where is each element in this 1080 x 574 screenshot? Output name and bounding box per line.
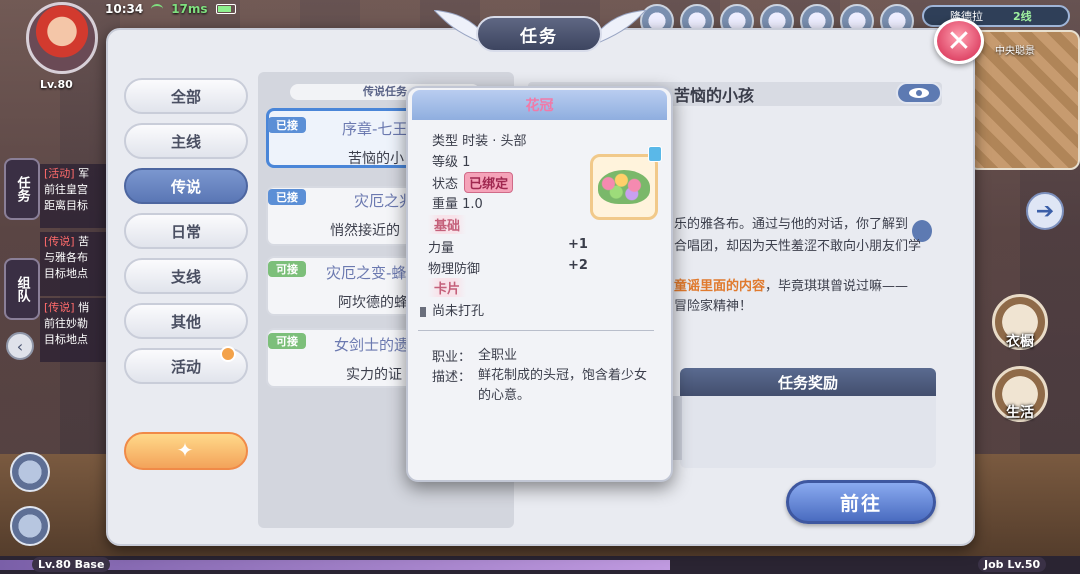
- item-type-value: 时装 · 头部: [462, 134, 527, 149]
- wardrobe-label: 衣橱: [1006, 334, 1034, 350]
- skill-icon[interactable]: [10, 506, 50, 546]
- quest-subtitle: 实力的证: [346, 367, 402, 383]
- track-eye-button[interactable]: [896, 82, 942, 104]
- status-badge: 已绑定: [464, 172, 514, 193]
- description-value: 鲜花制成的头冠，饱含着少女的心意。: [478, 368, 648, 403]
- base-level-label: Lv.80 Base: [32, 557, 111, 572]
- quest-subtitle: 悄然接近的: [330, 223, 400, 239]
- quest-subtitle: 苦恼的小: [348, 151, 404, 167]
- card-slot-status: 尚未打孔: [420, 300, 484, 319]
- player-level: Lv.80: [40, 78, 73, 91]
- player-avatar[interactable]: [26, 2, 98, 74]
- job-level-label: Job Lv.50: [978, 557, 1047, 572]
- description-label: 描述：: [432, 370, 472, 385]
- detail-highlight: 童谣里面的内容: [674, 279, 766, 294]
- device-status-bar: 10:34 17ms: [105, 0, 236, 18]
- reward-header: 任务奖励: [680, 368, 936, 396]
- wifi-icon: [151, 4, 164, 14]
- category-legend[interactable]: 传说: [124, 168, 248, 204]
- detail-text-line: 冒险家精神！: [674, 299, 753, 314]
- base-stats-section-label: 基础: [428, 215, 467, 234]
- tracked-quest-1[interactable]: [活动] 军 前往皇宫 距离目标: [40, 164, 106, 228]
- item-image: [590, 154, 658, 220]
- quest-title: 灾厄之变-蜂: [326, 264, 407, 282]
- item-level-row: 等级 1: [432, 151, 470, 170]
- tracked-quest-2[interactable]: [传说] 苦 与雅各布 目标地点: [40, 232, 106, 296]
- team-side-tab[interactable]: 组队: [4, 258, 40, 320]
- clock-icon: [220, 346, 236, 362]
- minimap-label: 中央聪景: [995, 46, 1035, 57]
- item-status-row: 状态 已绑定: [432, 172, 514, 193]
- expand-right-arrow-icon[interactable]: ➔: [1026, 192, 1064, 230]
- card-section-label: 卡片: [428, 278, 467, 297]
- tracked-quest-tag: [活动]: [44, 167, 75, 180]
- flower-crown-icon: [598, 170, 650, 204]
- clock: 10:34: [105, 2, 144, 16]
- channel-line: 2线: [1013, 10, 1032, 23]
- stat-value: +1: [568, 237, 588, 252]
- item-divider: [418, 330, 654, 331]
- item-level-label: 等级: [432, 155, 459, 170]
- quest-status-badge: 已接: [268, 189, 306, 205]
- left-wing-ornament-icon: [434, 10, 480, 43]
- stat-name: 物理防御: [428, 262, 481, 277]
- quest-status-badge: 可接: [268, 261, 306, 277]
- task-side-tab[interactable]: 任务: [4, 158, 40, 220]
- detail-text-rest: ，毕竟琪琪曾说过嘛——: [765, 279, 909, 294]
- quest-status-badge: 可接: [268, 333, 306, 349]
- tracked-quest-tag: [传说]: [44, 301, 75, 314]
- ping-value: 17ms: [171, 2, 208, 16]
- quest-title: 女剑士的遗: [334, 336, 410, 354]
- tracked-quest-3[interactable]: [传说] 悄 前往妙勒 目标地点: [40, 298, 106, 362]
- item-weight-value: 1.0: [462, 197, 483, 212]
- item-weight-row: 重量 1.0: [432, 193, 483, 212]
- item-weight-label: 重量: [432, 197, 459, 212]
- life-label: 生活: [1006, 405, 1034, 421]
- quest-title: 灾厄之兆: [354, 192, 415, 210]
- quest-status-badge: 已接: [268, 117, 306, 133]
- reward-item-slot[interactable]: [672, 396, 682, 460]
- category-branch[interactable]: 支线: [124, 258, 248, 294]
- item-type-row: 类型 时装 · 头部: [432, 130, 527, 149]
- category-other[interactable]: 其他: [124, 303, 248, 339]
- category-daily[interactable]: 日常: [124, 213, 248, 249]
- right-wing-ornament-icon: [600, 10, 646, 43]
- stat-name: 力量: [428, 241, 455, 256]
- go-button[interactable]: 前往: [786, 480, 936, 524]
- item-level-value: 1: [462, 155, 471, 170]
- quest-subtitle: 阿坎德的蜂: [338, 295, 408, 311]
- item-type-label: 类型: [432, 134, 459, 149]
- battery-icon: [215, 4, 236, 14]
- window-title: 任务: [476, 16, 602, 52]
- eye-icon: [909, 88, 929, 98]
- category-all[interactable]: 全部: [124, 78, 248, 114]
- item-name: 花冠: [412, 90, 667, 120]
- detail-title: 苦恼的小孩: [674, 86, 755, 105]
- job-label: 职业：: [432, 350, 472, 365]
- tracked-quest-tag: [传说]: [44, 235, 75, 248]
- lock-icon[interactable]: [648, 146, 662, 162]
- quest-title: 序章-七王: [342, 120, 408, 138]
- category-main[interactable]: 主线: [124, 123, 248, 159]
- job-value: 全职业: [478, 348, 518, 363]
- item-status-label: 状态: [432, 177, 459, 192]
- detail-text-line: 童谣里面的内容，毕竟琪琪曾说过嘛——: [674, 276, 908, 298]
- sparkle-icon: ✦: [176, 438, 194, 462]
- close-button[interactable]: ✕: [934, 18, 984, 64]
- stat-value: +2: [568, 258, 588, 273]
- character-icon[interactable]: [10, 452, 50, 492]
- detail-text-line: 乐的雅各布。通过与他的对话，你了解到: [674, 217, 909, 232]
- detail-text-line: 合唱团，却因为天性羞涩不敢向小朋友们学: [674, 239, 922, 254]
- collapse-left-arrow-icon[interactable]: ‹: [6, 332, 34, 360]
